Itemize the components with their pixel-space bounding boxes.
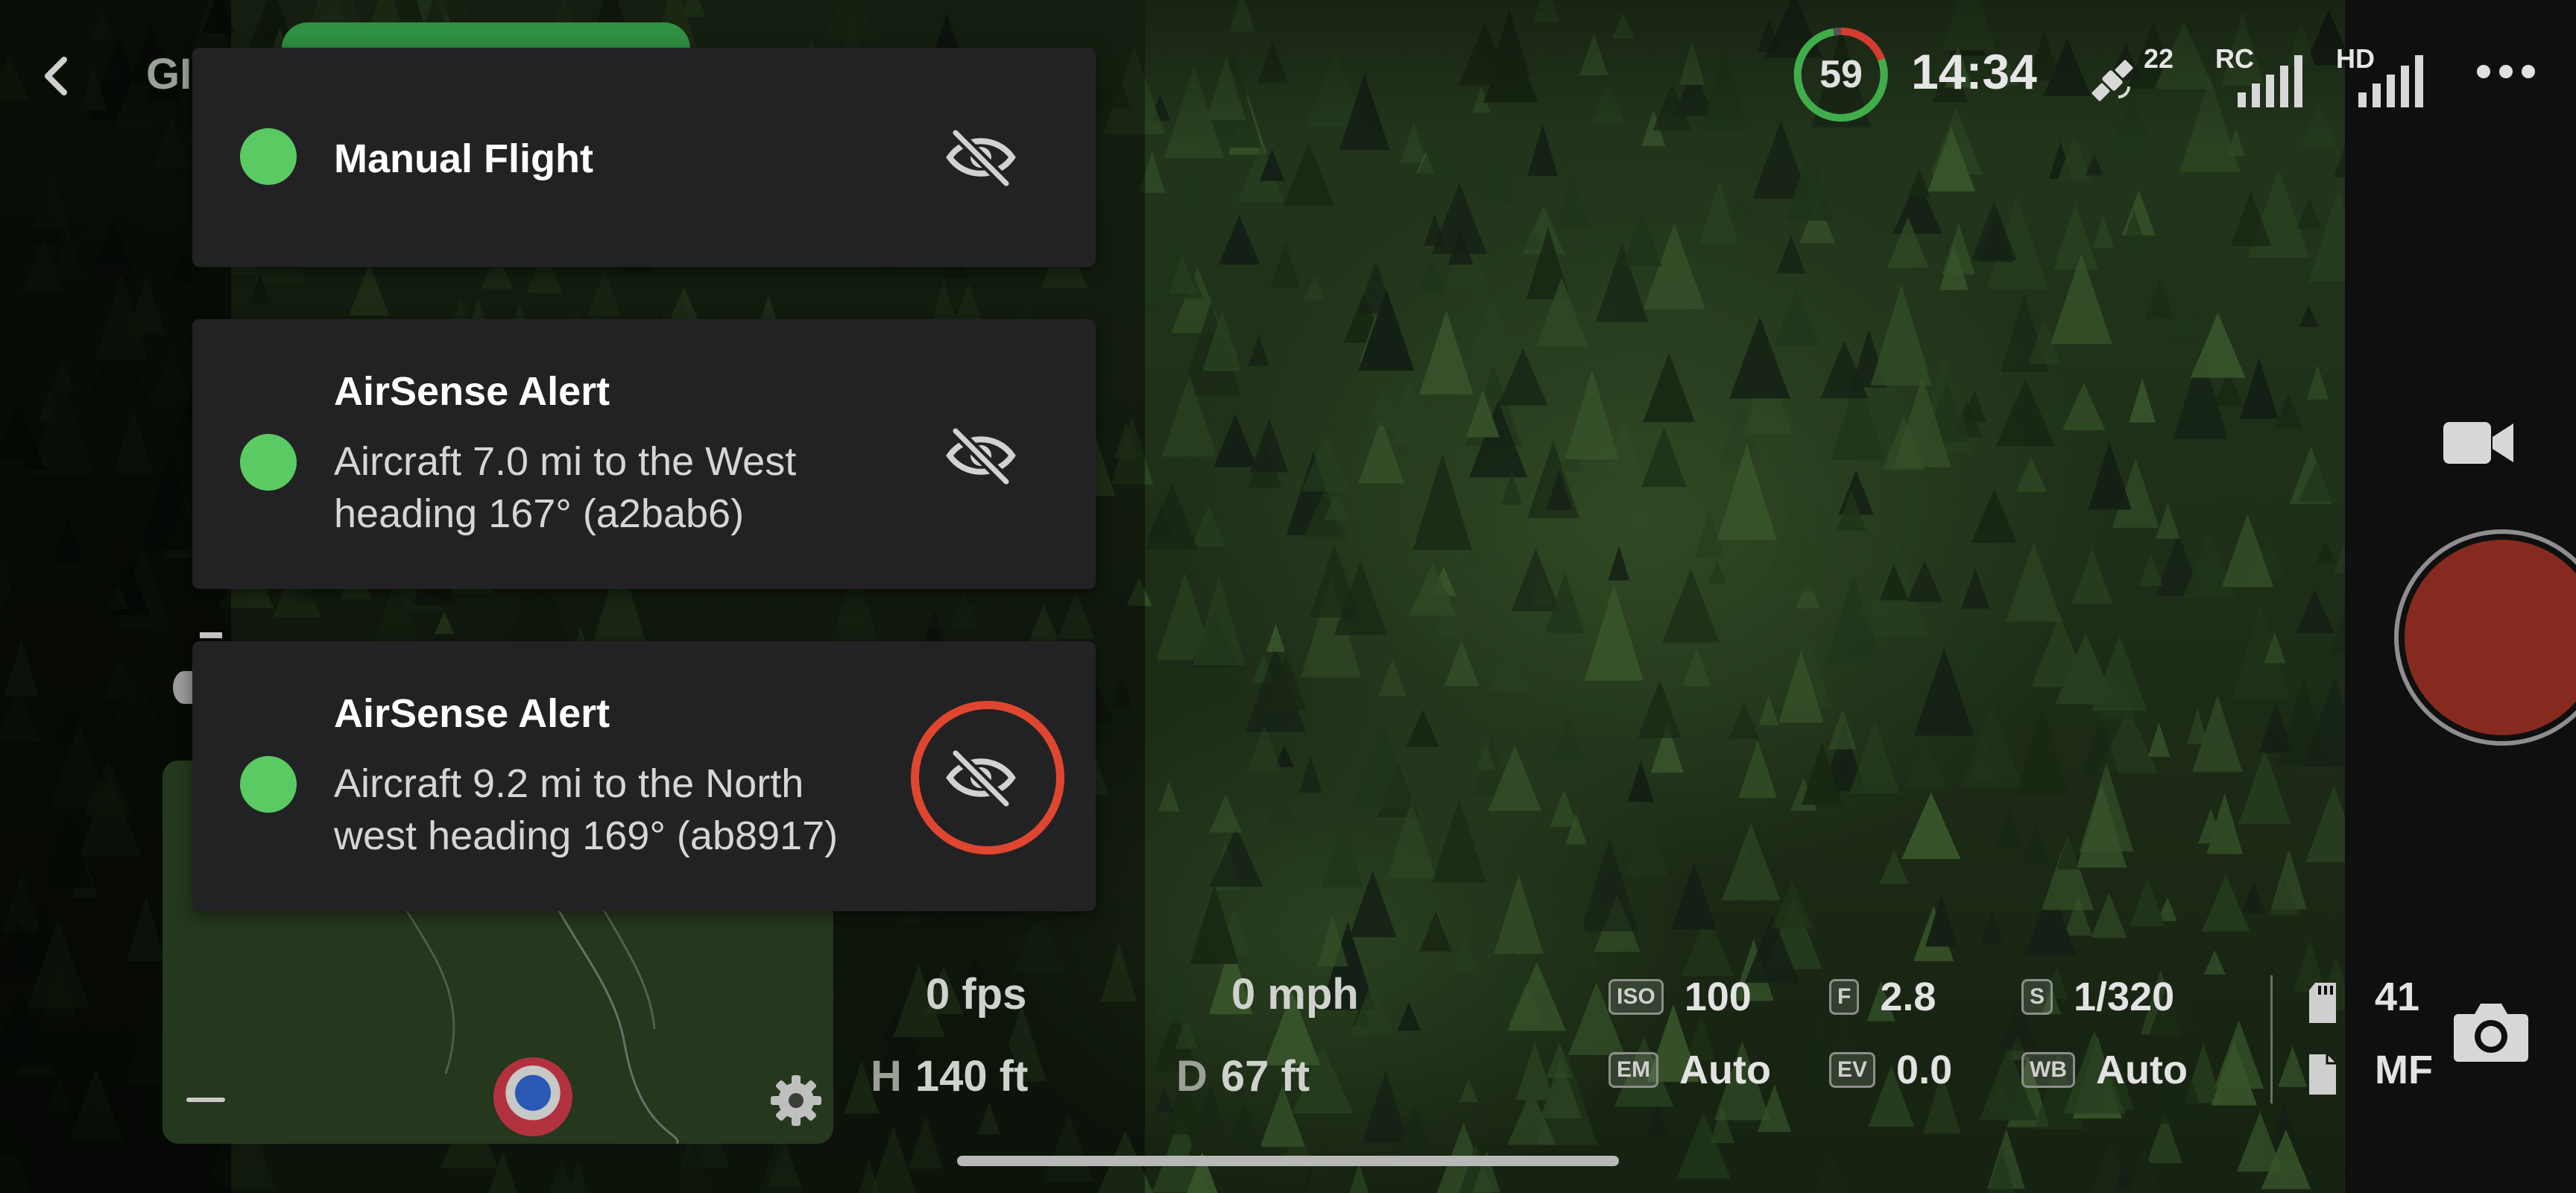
exposure-mode-setting[interactable]: EM Auto	[1609, 1047, 1771, 1093]
height-value: 140 ft	[915, 1052, 1029, 1101]
camera-icon[interactable]	[2452, 999, 2530, 1063]
flight-time: 14:34	[1911, 44, 2037, 99]
height-label: H	[871, 1052, 902, 1101]
highlight-ring-annotation	[911, 701, 1064, 854]
speed-readout: 0 mph	[1231, 970, 1359, 1019]
storage-capacity: 41	[2375, 975, 2420, 1019]
notification-title: Manual Flight	[334, 136, 593, 181]
more-icon[interactable]	[2475, 63, 2537, 81]
satellite-icon[interactable]	[2086, 54, 2139, 107]
record-button-fill	[2405, 540, 2576, 735]
sd-card-icon	[2309, 983, 2336, 1023]
file-format: MF	[2375, 1048, 2433, 1092]
file-icon	[2309, 1054, 2336, 1095]
notification-airsense-1: AirSense Alert Aircraft 7.0 mi to the We…	[192, 319, 1096, 589]
status-dot	[240, 128, 297, 185]
exposure-mode-value: Auto	[1679, 1048, 1771, 1092]
page-title: GI	[146, 50, 192, 98]
white-balance-setting[interactable]: WB Auto	[2021, 1047, 2188, 1093]
iso-tag: ISO	[1609, 979, 1664, 1015]
hd-signal-bars-icon[interactable]	[2357, 46, 2431, 109]
notification-message-line: Aircraft 9.2 mi to the North	[334, 761, 804, 806]
shutter-tag: S	[2021, 979, 2053, 1015]
notification-title: AirSense Alert	[334, 691, 610, 736]
notification-manual-flight: Manual Flight	[192, 48, 1096, 267]
iso-setting[interactable]: ISO 100	[1609, 974, 1752, 1020]
eye-off-icon[interactable]	[944, 424, 1018, 488]
exposure-mode-tag: EM	[1609, 1052, 1658, 1088]
ev-tag: EV	[1829, 1052, 1876, 1088]
shutter-value: 1/320	[2074, 975, 2175, 1019]
status-dot	[240, 756, 297, 813]
aircraft-marker	[493, 1057, 572, 1136]
height-readout: H 140 ft	[871, 1051, 1028, 1101]
distance-label: D	[1176, 1052, 1208, 1101]
shutter-setting[interactable]: S 1/320	[2021, 974, 2174, 1020]
gear-icon[interactable]	[768, 1072, 824, 1129]
distance-readout: D 67 ft	[1176, 1051, 1310, 1101]
iso-value: 100	[1684, 975, 1752, 1019]
back-button[interactable]	[40, 46, 85, 106]
notification-title: AirSense Alert	[334, 369, 610, 414]
status-dot	[240, 434, 297, 491]
notification-message-line: heading 167° (a2bab6)	[334, 491, 745, 536]
distance-value: 67 ft	[1220, 1052, 1310, 1101]
rc-signal-bars-icon[interactable]	[2236, 46, 2311, 109]
eye-off-icon[interactable]	[944, 125, 1018, 189]
ev-setting[interactable]: EV 0.0	[1829, 1047, 1952, 1093]
notification-message-line: Aircraft 7.0 mi to the West	[334, 439, 797, 484]
home-indicator[interactable]	[957, 1156, 1619, 1166]
fps-readout: 0 fps	[926, 970, 1027, 1019]
aperture-value: 2.8	[1880, 975, 1936, 1019]
notification-message-line: west heading 169° (ab8917)	[334, 813, 839, 858]
white-balance-tag: WB	[2021, 1052, 2075, 1088]
video-camera-icon[interactable]	[2442, 416, 2515, 470]
aperture-setting[interactable]: F 2.8	[1829, 974, 1936, 1020]
back-chevron-icon	[45, 57, 67, 95]
battery-percent[interactable]: 59	[1789, 22, 1893, 127]
sidebar-marker	[200, 632, 222, 638]
top-gradient	[1145, 0, 2345, 149]
ev-value: 0.0	[1896, 1048, 1953, 1092]
zoom-out-button[interactable]	[186, 1098, 225, 1102]
aperture-tag: F	[1829, 979, 1860, 1015]
divider	[2270, 975, 2273, 1104]
satellite-count: 22	[2144, 43, 2174, 74]
white-balance-value: Auto	[2095, 1048, 2188, 1092]
